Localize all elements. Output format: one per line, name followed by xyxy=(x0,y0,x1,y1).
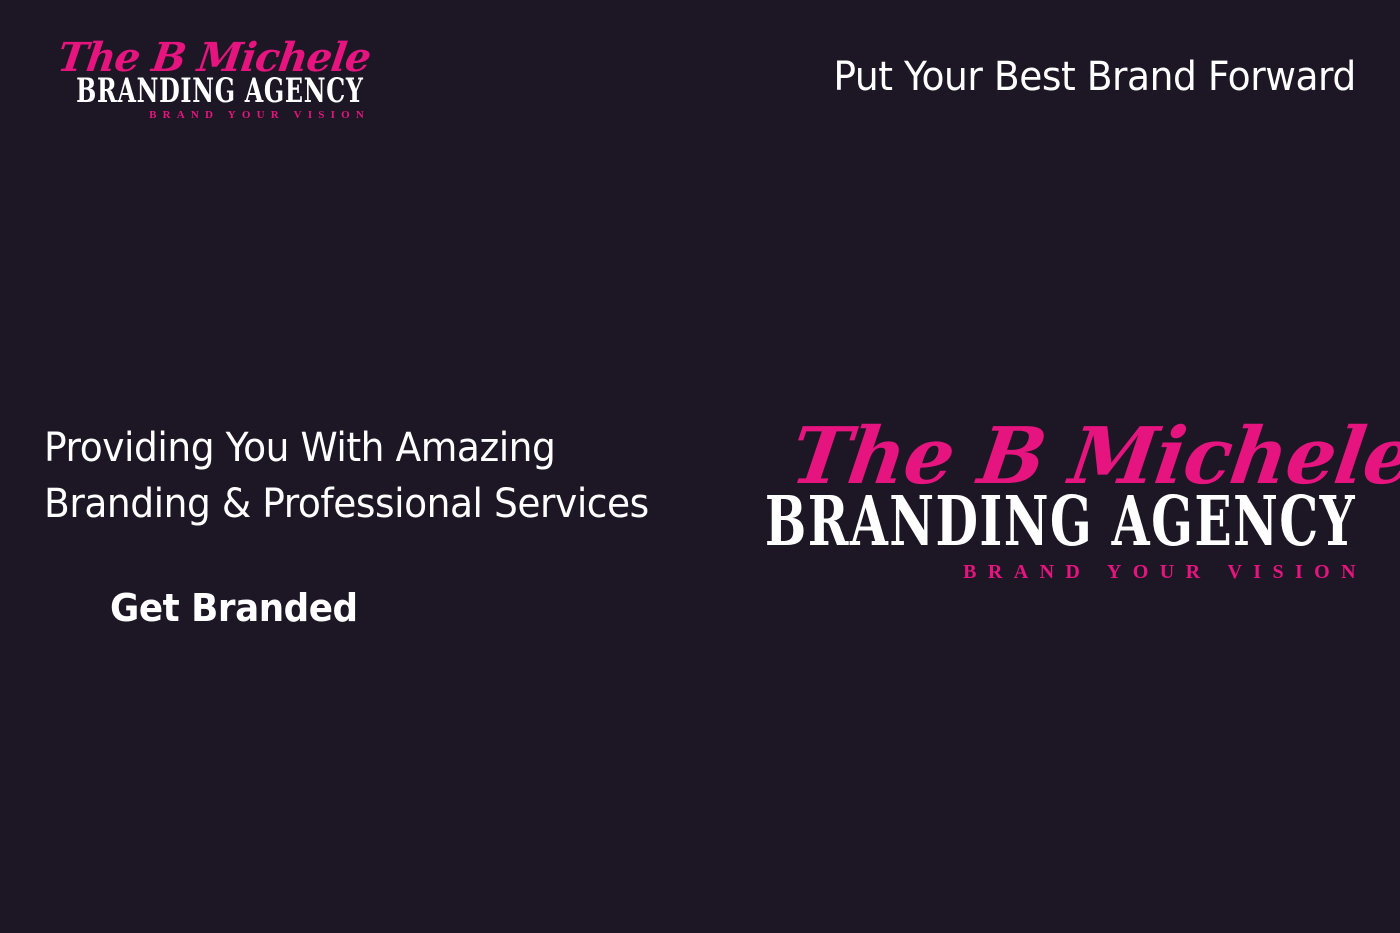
logo-tagline-text: BRAND YOUR VISION xyxy=(149,109,370,121)
hero-logo: The B Michele BRANDING AGENCY BRAND YOUR… xyxy=(765,411,1400,582)
header-tagline: Put Your Best Brand Forward xyxy=(833,54,1357,100)
logo-agency-text: BRANDING AGENCY xyxy=(76,71,364,111)
hero-heading-line-1: Providing You With Amazing xyxy=(44,425,556,471)
hero-heading: Providing You With Amazing Branding & Pr… xyxy=(44,420,724,532)
hero-logo-agency-text: BRANDING AGENCY xyxy=(764,482,1356,562)
header-logo[interactable]: The B Michele BRANDING AGENCY BRAND YOUR… xyxy=(55,34,374,121)
hero-heading-line-2: Branding & Professional Services xyxy=(44,481,649,527)
hero-logo-tagline-text: BRAND YOUR VISION xyxy=(963,561,1367,583)
page: The B Michele BRANDING AGENCY BRAND YOUR… xyxy=(0,0,1400,933)
get-branded-button[interactable]: Get Branded xyxy=(110,586,358,630)
